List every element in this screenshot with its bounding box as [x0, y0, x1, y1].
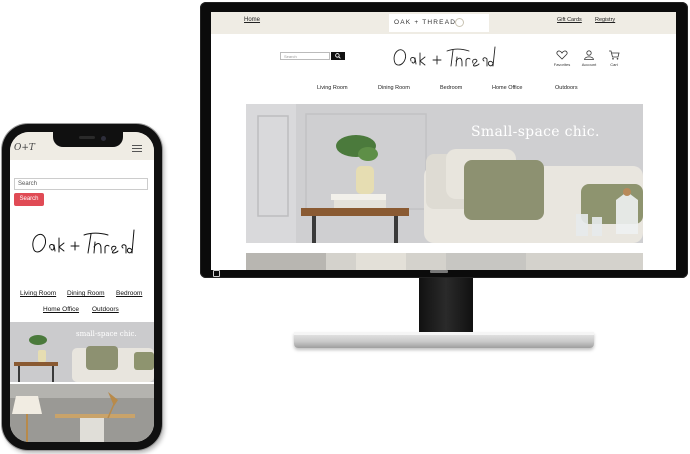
favorites-label: Favorites	[553, 62, 571, 67]
mobile-nav-dining-room[interactable]: Dining Room	[67, 290, 105, 297]
mobile-phone: O+T Search Search Living Room Dining Roo…	[2, 124, 162, 450]
mobile-hero-banner[interactable]: small-space chic.	[10, 322, 154, 382]
mobile-nav-living-room[interactable]: Living Room	[20, 290, 56, 297]
office-lamp-image	[10, 384, 154, 442]
hamburger-menu-icon[interactable]	[132, 145, 142, 153]
search-icon	[335, 53, 341, 59]
monitor-brand-badge	[430, 270, 448, 273]
stand-highlight	[294, 332, 594, 335]
nav-dining-room[interactable]: Dining Room	[378, 85, 410, 91]
power-button[interactable]	[213, 270, 220, 277]
desktop-search-button[interactable]	[331, 52, 345, 60]
phone-notch	[53, 132, 123, 147]
speaker-grille	[79, 136, 95, 139]
brand-seal-icon	[455, 18, 464, 27]
account-label: Account	[581, 62, 597, 67]
product-thumb[interactable]	[446, 253, 526, 270]
desktop-monitor: Home OAK + THREAD Gift Cards Registry Se…	[200, 2, 688, 278]
mobile-monogram[interactable]: O+T	[14, 143, 35, 153]
nav-home-office[interactable]: Home Office	[492, 85, 522, 91]
nav-outdoors[interactable]: Outdoors	[555, 85, 578, 91]
mobile-screen: O+T Search Search Living Room Dining Roo…	[10, 132, 154, 442]
product-strip[interactable]	[246, 253, 643, 270]
nav-bedroom[interactable]: Bedroom	[440, 85, 462, 91]
mobile-nav-outdoors[interactable]: Outdoors	[92, 306, 119, 313]
brand-wordmark[interactable]: OAK + THREAD	[394, 19, 456, 26]
front-camera	[101, 136, 106, 141]
mobile-nav-bedroom[interactable]: Bedroom	[116, 290, 142, 297]
product-thumb[interactable]	[356, 253, 406, 270]
oak-thread-script-logo[interactable]	[389, 39, 499, 79]
hero-banner[interactable]: Small-space chic.	[246, 104, 643, 243]
heart-icon[interactable]	[556, 50, 568, 60]
product-thumb[interactable]	[246, 253, 326, 270]
mobile-search-button[interactable]: Search	[14, 193, 44, 206]
cart-icon[interactable]	[608, 50, 620, 60]
gift-cards-link[interactable]: Gift Cards	[557, 17, 582, 23]
account-icon[interactable]	[583, 50, 595, 60]
mobile-search-input[interactable]: Search	[14, 178, 148, 190]
cart-label: Cart	[610, 62, 618, 67]
mobile-office-image[interactable]	[10, 384, 154, 442]
oak-thread-script-logo[interactable]	[28, 220, 138, 268]
monitor-stand-neck	[419, 278, 473, 332]
desktop-search-input[interactable]: Search	[280, 52, 330, 60]
home-link[interactable]: Home	[244, 17, 260, 23]
desktop-screen: Home OAK + THREAD Gift Cards Registry Se…	[211, 12, 676, 270]
hero-headline: Small-space chic.	[471, 124, 600, 140]
mobile-hero-headline: small-space chic.	[76, 330, 137, 338]
nav-living-room[interactable]: Living Room	[317, 85, 348, 91]
mobile-nav-home-office[interactable]: Home Office	[43, 306, 79, 313]
registry-link[interactable]: Registry	[595, 17, 615, 23]
